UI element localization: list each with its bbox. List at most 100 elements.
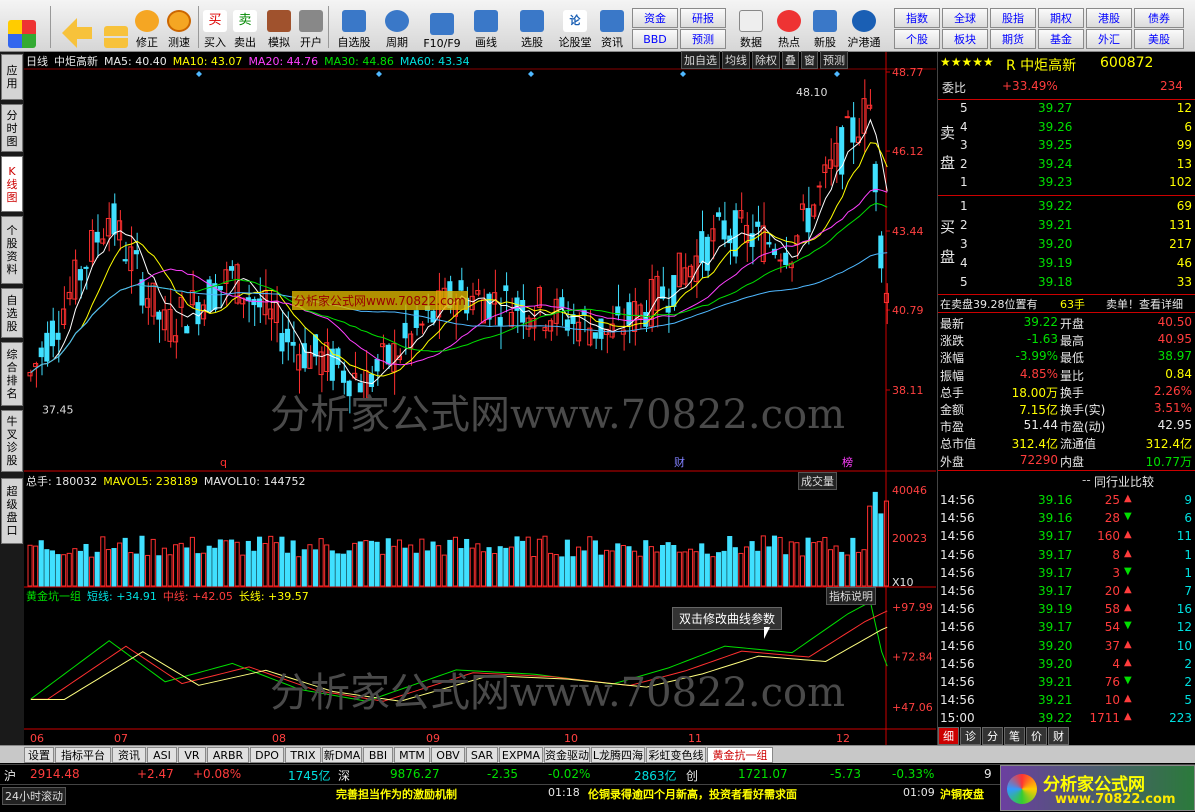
- quote-tab-4[interactable]: 价: [1026, 727, 1047, 745]
- indicator-tab[interactable]: TRIX: [285, 747, 321, 763]
- indicator-tab[interactable]: ARBR: [207, 747, 249, 763]
- nav-profile[interactable]: 个股资料: [1, 216, 23, 284]
- nav-watchlist[interactable]: 自选股: [1, 288, 23, 338]
- quote-tab-1[interactable]: 诊: [960, 727, 981, 745]
- indicator-tab[interactable]: BBI: [363, 747, 393, 763]
- research-button[interactable]: 研报: [680, 8, 726, 28]
- candle-body: [816, 185, 822, 188]
- app-logo-icon[interactable]: [6, 4, 38, 50]
- forum-button[interactable]: 论论股堂: [556, 4, 594, 50]
- period-button[interactable]: 周期: [380, 4, 414, 50]
- indicator-tab[interactable]: MTM: [394, 747, 430, 763]
- window-button[interactable]: 窗: [801, 51, 818, 69]
- fund-button[interactable]: 基金: [1038, 29, 1084, 49]
- site-logo: 分析家公式网 www.70822.com: [1000, 765, 1195, 811]
- news-button[interactable]: 资讯: [598, 4, 626, 50]
- nav-app[interactable]: 应用: [1, 54, 23, 100]
- open-account-button[interactable]: 开户: [298, 4, 324, 50]
- predict-button[interactable]: 预测: [820, 51, 848, 69]
- ma-button[interactable]: 均线: [722, 51, 750, 69]
- bbd-button[interactable]: BBD: [632, 29, 678, 49]
- indicator-tab[interactable]: ASI: [147, 747, 177, 763]
- indicator-tab[interactable]: DPO: [250, 747, 284, 763]
- indicator-tab[interactable]: 彩虹变色线: [646, 747, 706, 763]
- speed-test-button[interactable]: 测速: [164, 4, 194, 50]
- nav-ranking[interactable]: 综合排名: [1, 342, 23, 406]
- tick-row: 14:56 39.17 20 ▲ 7: [938, 583, 1195, 601]
- indicator-tab[interactable]: 资金驱动: [544, 747, 590, 763]
- simulate-button[interactable]: 模拟: [266, 4, 292, 50]
- indicator-tab[interactable]: 资讯: [112, 747, 146, 763]
- event-marker[interactable]: 财: [674, 455, 685, 469]
- status-button[interactable]: 24小时滚动: [2, 787, 66, 805]
- indicator-tab[interactable]: EXPMA: [499, 747, 543, 763]
- indicator-tab[interactable]: SAR: [466, 747, 498, 763]
- f10-button[interactable]: F10/F9: [420, 4, 464, 50]
- nav-updown-button[interactable]: [102, 4, 130, 50]
- watchlist-button[interactable]: 自选股: [334, 4, 374, 50]
- sell-button[interactable]: 卖卖出: [232, 4, 258, 50]
- refresh-button[interactable]: 修正: [132, 4, 162, 50]
- back-button[interactable]: [60, 4, 94, 50]
- candle-body: [850, 117, 856, 143]
- volume-bar: [693, 551, 699, 587]
- quote-tab-5[interactable]: 财: [1048, 727, 1069, 745]
- buy-button[interactable]: 买买入: [202, 4, 228, 50]
- indicator-tab[interactable]: 新DMA: [322, 747, 362, 763]
- quote-tab-3[interactable]: 笔: [1004, 727, 1025, 745]
- nav-level2[interactable]: 超级盘口: [1, 478, 23, 544]
- futures-button[interactable]: 期货: [990, 29, 1036, 49]
- options-button[interactable]: 期权: [1038, 8, 1084, 28]
- indicator-tab[interactable]: 设置: [24, 747, 54, 763]
- forecast-button[interactable]: 预测: [680, 29, 726, 49]
- volume-bar: [816, 541, 822, 587]
- forex-button[interactable]: 外汇: [1086, 29, 1132, 49]
- capital-button[interactable]: 资金: [632, 8, 678, 28]
- event-marker[interactable]: q: [220, 456, 227, 469]
- quote-tab-0[interactable]: 细: [938, 727, 959, 745]
- arrow-up-icon: ▲: [1124, 638, 1132, 650]
- kline-chart-area[interactable]: 48.77 46.12 43.44 40.79 38.11 37.45 48.10 q 财 榜 40…: [24, 51, 936, 745]
- indicator-tab[interactable]: L龙腾四海: [591, 747, 645, 763]
- hot-button[interactable]: 热点: [774, 4, 804, 50]
- index-button[interactable]: 指数: [894, 8, 940, 28]
- nav-kline[interactable]: K线图: [1, 156, 23, 212]
- add-watchlist-button[interactable]: 加自选: [681, 51, 720, 69]
- tick-volume: 20: [1104, 584, 1120, 598]
- news-ticker-1[interactable]: 完善担当作为的激励机制: [336, 786, 457, 802]
- event-marker[interactable]: 榜: [842, 455, 853, 469]
- pending-detail-link[interactable]: 卖单！查看详细: [1106, 296, 1183, 312]
- rating-stars-icon: ★★★★★: [940, 55, 994, 69]
- divider: [938, 312, 1195, 313]
- stock-select-button[interactable]: 选股: [512, 4, 552, 50]
- nav-timeshare[interactable]: 分时图: [1, 104, 23, 152]
- single-stock-button[interactable]: 个股: [894, 29, 940, 49]
- indicator-tab[interactable]: 黄金抗一组: [707, 747, 773, 763]
- volume-select[interactable]: 成交量: [798, 472, 837, 490]
- indicator-tab[interactable]: 指标平台: [55, 747, 111, 763]
- stock-index-button[interactable]: 股指: [990, 8, 1036, 28]
- shhk-button[interactable]: 沪港通: [844, 4, 884, 50]
- indicator-help-button[interactable]: 指标说明: [826, 587, 876, 605]
- clock-icon: [167, 10, 191, 32]
- quote-tab-2[interactable]: 分: [982, 727, 1003, 745]
- news-ticker-2[interactable]: 伦铜录得逾四个月新高，投资者看好需求面: [588, 786, 797, 802]
- new-stock-button[interactable]: 新股: [810, 4, 840, 50]
- sell-price: 39.24: [1038, 156, 1073, 171]
- exright-button[interactable]: 除权: [752, 51, 780, 69]
- indicator-tab[interactable]: OBV: [431, 747, 465, 763]
- global-button[interactable]: 全球: [942, 8, 988, 28]
- hk-stock-button[interactable]: 港股: [1086, 8, 1132, 28]
- indicator-tab[interactable]: VR: [178, 747, 206, 763]
- news-ticker-3[interactable]: 沪铜夜盘: [940, 786, 984, 802]
- data-button[interactable]: 数据: [736, 4, 766, 50]
- bond-button[interactable]: 债券: [1134, 8, 1184, 28]
- overlay-button[interactable]: 叠: [782, 51, 799, 69]
- volume-bar: [548, 552, 554, 587]
- industry-compare-button[interactable]: 同行业比较: [1094, 473, 1154, 490]
- volume-bar: [727, 536, 733, 587]
- nav-diagnose[interactable]: 牛叉诊股: [1, 410, 23, 472]
- draw-line-button[interactable]: 画线: [468, 4, 504, 50]
- us-stock-button[interactable]: 美股: [1134, 29, 1184, 49]
- sector-button[interactable]: 板块: [942, 29, 988, 49]
